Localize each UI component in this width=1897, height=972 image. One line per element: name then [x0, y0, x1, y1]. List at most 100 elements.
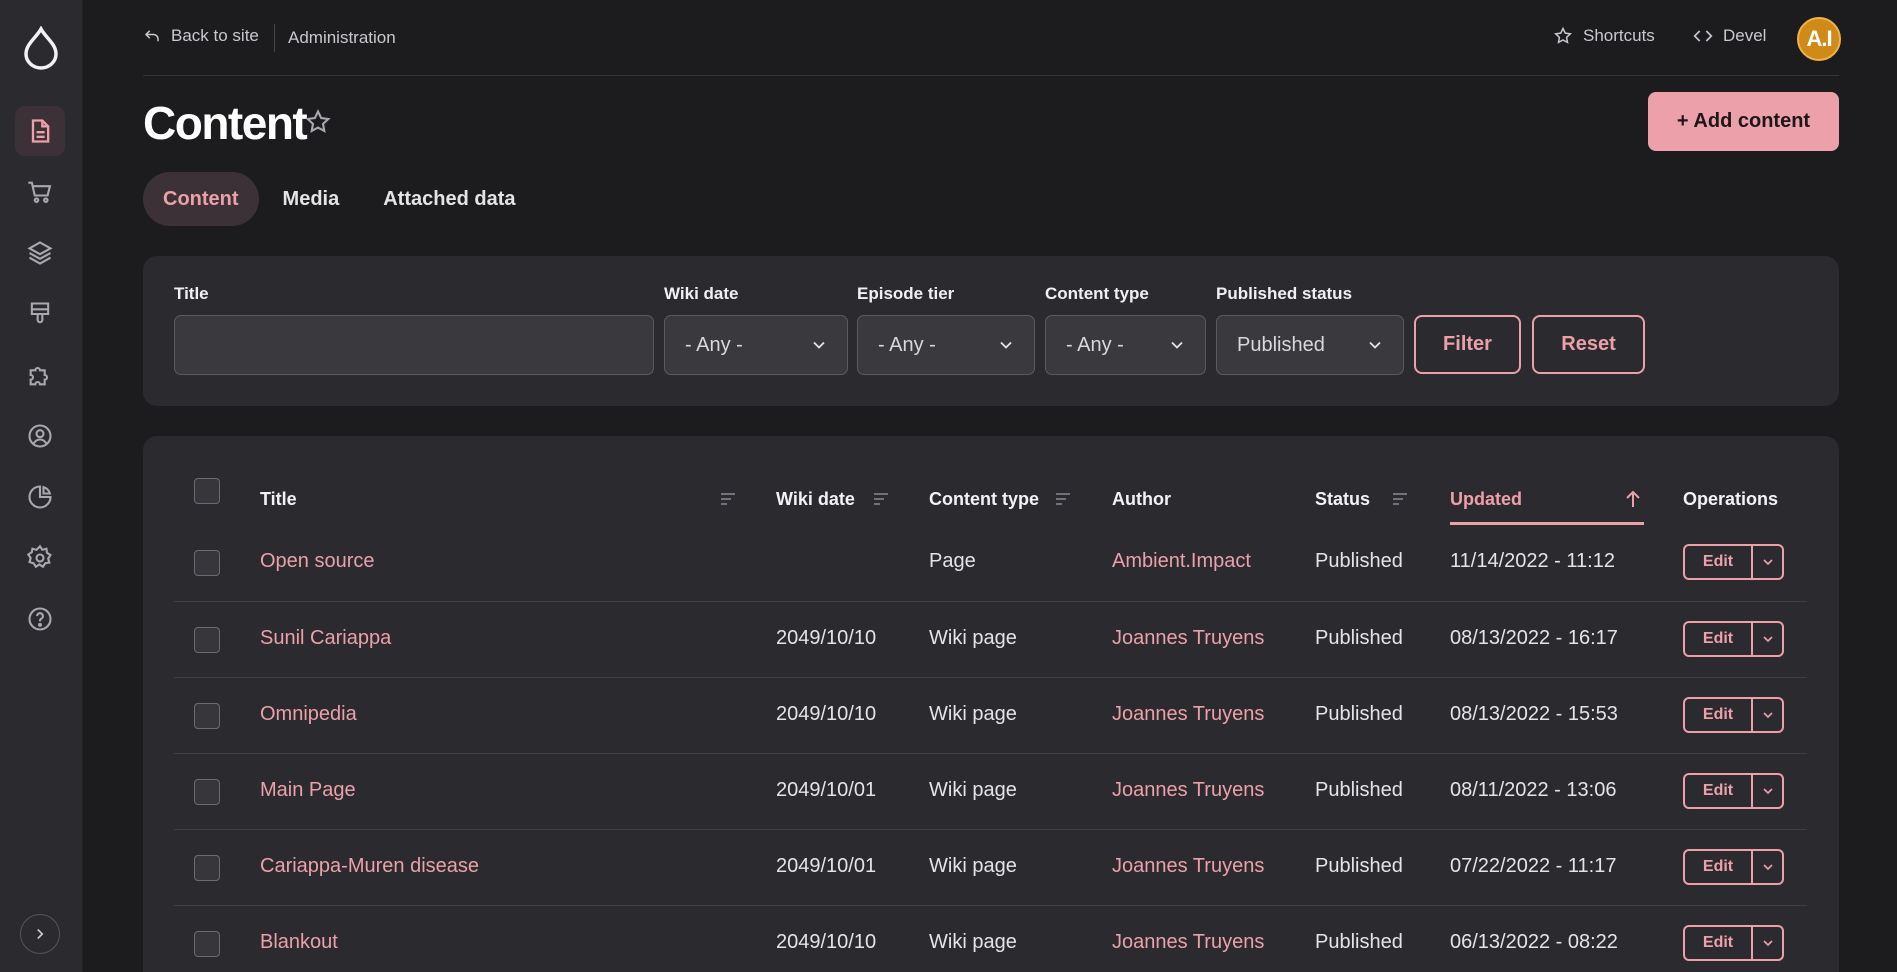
- row-author-link[interactable]: Joannes Truyens: [1112, 855, 1264, 878]
- row-select-checkbox[interactable]: [194, 779, 220, 805]
- column-header-author: Author: [1112, 488, 1171, 509]
- episode-tier-select[interactable]: - Any -: [857, 315, 1035, 375]
- shortcuts-link[interactable]: Shortcuts: [1553, 26, 1655, 46]
- sidebar-item-configuration[interactable]: [15, 533, 65, 583]
- chevron-down-icon: [1000, 341, 1012, 349]
- row-select-checkbox[interactable]: [194, 627, 220, 653]
- wiki-date-filter-label: Wiki date: [664, 284, 739, 303]
- title-filter-label: Title: [174, 284, 209, 303]
- avatar[interactable]: A.I: [1797, 17, 1841, 61]
- column-header-content-type[interactable]: Content type: [929, 481, 1039, 517]
- edit-button[interactable]: Edit: [1685, 546, 1753, 578]
- sort-icon[interactable]: [719, 491, 737, 507]
- column-header-wiki-date[interactable]: Wiki date: [776, 481, 855, 517]
- row-title-link[interactable]: Main Page: [260, 779, 356, 802]
- tabs: Content Media Attached data: [143, 172, 535, 226]
- chevron-right-icon: [37, 928, 44, 940]
- row-author-link[interactable]: Joannes Truyens: [1112, 931, 1264, 954]
- sidebar-item-reports[interactable]: [15, 472, 65, 522]
- title-filter-input[interactable]: [174, 315, 654, 375]
- sort-icon[interactable]: [1054, 491, 1072, 507]
- tab-media[interactable]: Media: [263, 172, 360, 226]
- edit-button[interactable]: Edit: [1685, 623, 1753, 655]
- puzzle-icon: [29, 366, 49, 386]
- table-row: Main Page 2049/10/01 Wiki page Joannes Truy…: [174, 753, 1807, 829]
- column-header-title[interactable]: Title: [260, 481, 297, 517]
- row-content-type: Wiki page: [929, 931, 1017, 953]
- row-updated: 11/14/2022 - 11:12: [1450, 550, 1615, 572]
- sidebar-item-help[interactable]: [15, 594, 65, 644]
- toolbar: Back to site Administration Shortcuts De…: [143, 0, 1841, 76]
- content-type-select[interactable]: - Any -: [1045, 315, 1206, 375]
- wiki-date-select-value: - Any -: [685, 333, 743, 356]
- edit-button[interactable]: Edit: [1685, 851, 1753, 883]
- tab-content[interactable]: Content: [143, 172, 259, 226]
- devel-label: Devel: [1723, 26, 1767, 45]
- row-select-checkbox[interactable]: [194, 931, 220, 957]
- row-title-link[interactable]: Blankout: [260, 931, 338, 954]
- table-row: Omnipedia 2049/10/10 Wiki page Joannes Truy…: [174, 677, 1807, 753]
- sidebar-item-commerce[interactable]: [15, 167, 65, 217]
- back-arrow-icon: [144, 30, 159, 42]
- operations-dropdown-toggle[interactable]: [1753, 851, 1782, 883]
- row-operations: Edit: [1683, 849, 1784, 885]
- tab-attached-data[interactable]: Attached data: [363, 172, 535, 226]
- sidebar-item-structure[interactable]: [15, 228, 65, 278]
- row-title-link[interactable]: Cariappa-Muren disease: [260, 855, 479, 878]
- reset-button[interactable]: Reset: [1532, 315, 1645, 374]
- row-select-checkbox[interactable]: [194, 855, 220, 881]
- back-to-site-label: Back to site: [171, 26, 259, 45]
- add-shortcut-star-icon[interactable]: [304, 108, 332, 136]
- row-status: Published: [1315, 627, 1403, 649]
- breadcrumb-administration[interactable]: Administration: [288, 28, 396, 48]
- edit-button[interactable]: Edit: [1685, 927, 1753, 959]
- published-status-select-value: Published: [1237, 333, 1325, 356]
- sort-icon[interactable]: [872, 491, 890, 507]
- edit-button[interactable]: Edit: [1685, 775, 1753, 807]
- column-header-status[interactable]: Status: [1315, 481, 1370, 517]
- back-to-site-link[interactable]: Back to site: [143, 26, 259, 46]
- content-type-filter-label: Content type: [1045, 284, 1149, 303]
- operations-dropdown-toggle[interactable]: [1753, 546, 1782, 578]
- operations-dropdown-toggle[interactable]: [1753, 927, 1782, 959]
- chevron-down-icon: [1762, 788, 1773, 795]
- sidebar-item-content[interactable]: [15, 106, 65, 156]
- row-author-link[interactable]: Ambient.Impact: [1112, 550, 1251, 573]
- row-title-link[interactable]: Omnipedia: [260, 703, 357, 726]
- page-title: Content: [143, 97, 308, 149]
- help-icon: [28, 607, 52, 631]
- row-wiki-date: 2049/10/10: [776, 703, 877, 725]
- drupal-logo-icon[interactable]: [22, 25, 60, 70]
- add-content-button[interactable]: + Add content: [1648, 92, 1839, 151]
- sidebar-item-appearance[interactable]: [15, 289, 65, 339]
- row-title-link[interactable]: Open source: [260, 550, 375, 573]
- select-all-checkbox[interactable]: [194, 478, 220, 504]
- sidebar-expand-button[interactable]: [20, 914, 60, 954]
- chevron-down-icon: [1762, 712, 1773, 719]
- edit-button[interactable]: Edit: [1685, 699, 1753, 731]
- row-operations: Edit: [1683, 773, 1784, 809]
- row-operations: Edit: [1683, 697, 1784, 733]
- wiki-date-select[interactable]: - Any -: [664, 315, 848, 375]
- code-icon: [1693, 30, 1713, 42]
- row-author-link[interactable]: Joannes Truyens: [1112, 703, 1264, 726]
- chevron-down-icon: [1762, 559, 1773, 566]
- operations-dropdown-toggle[interactable]: [1753, 623, 1782, 655]
- column-header-updated[interactable]: Updated: [1450, 481, 1522, 517]
- sidebar-item-extend[interactable]: [15, 350, 65, 400]
- row-select-checkbox[interactable]: [194, 703, 220, 729]
- published-status-select[interactable]: Published: [1216, 315, 1404, 375]
- row-author-link[interactable]: Joannes Truyens: [1112, 779, 1264, 802]
- row-title-link[interactable]: Sunil Cariappa: [260, 627, 391, 650]
- episode-tier-select-value: - Any -: [878, 333, 936, 356]
- operations-dropdown-toggle[interactable]: [1753, 699, 1782, 731]
- devel-link[interactable]: Devel: [1693, 26, 1766, 46]
- filter-button[interactable]: Filter: [1414, 315, 1521, 374]
- row-author-link[interactable]: Joannes Truyens: [1112, 627, 1264, 650]
- operations-dropdown-toggle[interactable]: [1753, 775, 1782, 807]
- filter-panel: Title Wiki date - Any - Episode tier - A…: [143, 256, 1839, 406]
- sort-icon[interactable]: [1391, 491, 1409, 507]
- row-select-checkbox[interactable]: [194, 550, 220, 576]
- row-wiki-date: 2049/10/01: [776, 779, 877, 801]
- sidebar-item-people[interactable]: [15, 411, 65, 461]
